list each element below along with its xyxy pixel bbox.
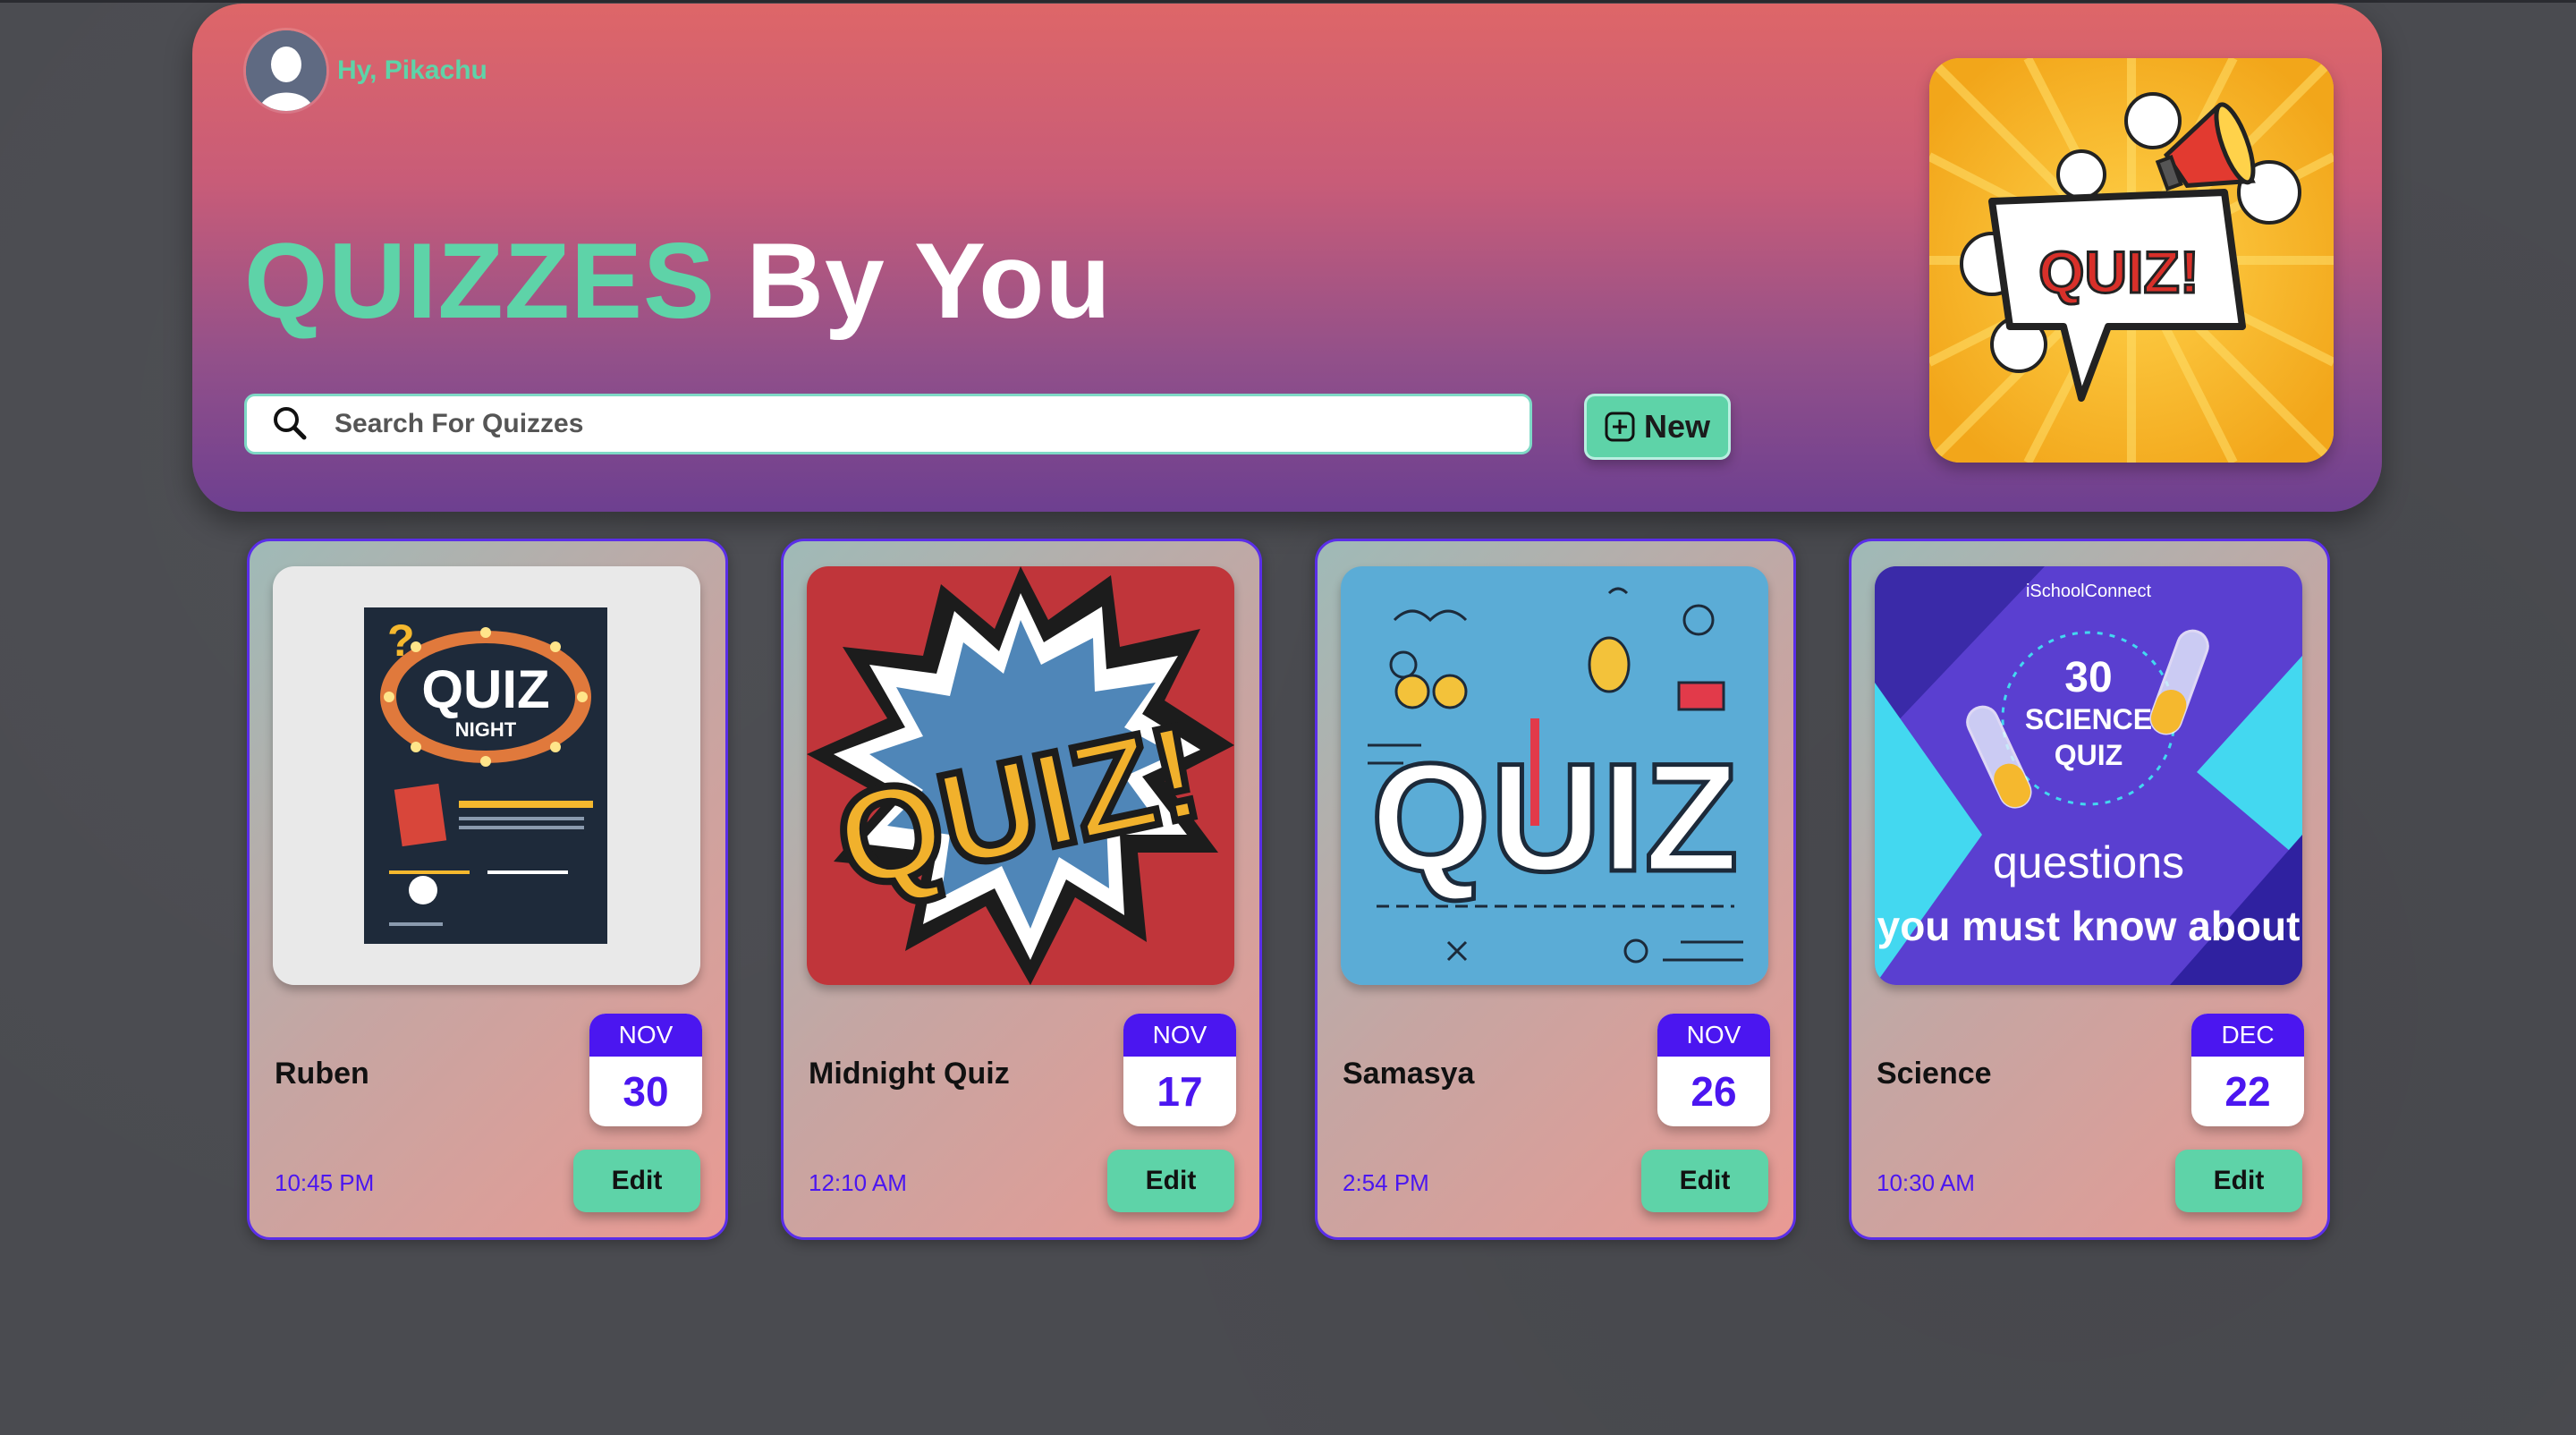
user-greeting: Hy, Pikachu xyxy=(246,30,487,111)
search-input[interactable] xyxy=(333,395,1530,453)
doodle-quiz-text: QUIZ xyxy=(1371,732,1739,904)
quiz-name: Midnight Quiz xyxy=(809,1057,1010,1091)
quiz-card[interactable]: QUIZ NIGHT ? Ruben NOV 30 10:45 PM Edit xyxy=(247,539,728,1240)
quiz-night-poster-image: QUIZ NIGHT ? xyxy=(273,566,700,985)
date-day: 22 xyxy=(2224,1068,2271,1115)
quiz-thumbnail: QUIZ! xyxy=(807,566,1234,985)
quiz-thumbnail: QUIZ xyxy=(1341,566,1768,985)
svg-text:30: 30 xyxy=(2064,654,2112,701)
title-rest: By You xyxy=(746,221,1112,341)
quiz-card[interactable]: iSchoolConnect 30 SCIENCE QUIZ questions… xyxy=(1849,539,2330,1240)
poster-quiz-text: QUIZ xyxy=(421,659,549,719)
quiz-thumbnail: iSchoolConnect 30 SCIENCE QUIZ questions… xyxy=(1875,566,2302,985)
edit-button[interactable]: Edit xyxy=(573,1150,700,1212)
doodle-quiz-image: QUIZ xyxy=(1341,566,1768,985)
edit-button[interactable]: Edit xyxy=(1641,1150,1768,1212)
title-accent: QUIZZES xyxy=(244,221,716,341)
quiz-date-badge: NOV 30 xyxy=(589,1014,702,1126)
svg-text:questions: questions xyxy=(1993,837,2184,887)
quiz-name: Science xyxy=(1877,1057,1992,1091)
poster-night-text: NIGHT xyxy=(455,718,517,741)
quiz-time: 10:45 PM xyxy=(275,1169,375,1196)
search-icon xyxy=(274,407,307,440)
quiz-date-badge: NOV 26 xyxy=(1657,1014,1770,1126)
plus-square-icon xyxy=(1605,412,1635,442)
science-brand-text: iSchoolConnect xyxy=(2026,582,2152,601)
header-banner: Hy, Pikachu QUIZZES By You New xyxy=(192,4,2382,512)
page: Hy, Pikachu QUIZZES By You New xyxy=(0,0,2576,1435)
quiz-card[interactable]: QUIZ! Midnight Quiz NOV 17 12:10 AM Edit xyxy=(781,539,1262,1240)
quiz-megaphone-illustration: QUIZ! xyxy=(1929,58,2334,463)
date-month: NOV xyxy=(589,1014,702,1057)
hero-quiz-image: QUIZ! xyxy=(1929,58,2334,463)
comic-quiz-image: QUIZ! xyxy=(807,566,1234,985)
hero-quiz-text: QUIZ! xyxy=(2038,239,2199,305)
new-quiz-button[interactable]: New xyxy=(1584,394,1731,460)
svg-text:you must know about: you must know about xyxy=(1877,903,2301,949)
quiz-time: 10:30 AM xyxy=(1877,1169,1975,1196)
search-bar[interactable] xyxy=(244,394,1532,454)
user-silhouette-icon xyxy=(246,30,326,111)
avatar[interactable] xyxy=(246,30,326,111)
date-day: 26 xyxy=(1690,1068,1737,1115)
quiz-name: Ruben xyxy=(275,1057,369,1091)
greeting-text: Hy, Pikachu xyxy=(337,55,487,85)
new-button-label: New xyxy=(1643,408,1711,445)
svg-text:SCIENCE: SCIENCE xyxy=(2025,703,2152,735)
date-month: NOV xyxy=(1123,1014,1236,1057)
edit-button[interactable]: Edit xyxy=(2175,1150,2302,1212)
svg-text:?: ? xyxy=(387,616,415,666)
quiz-date-badge: NOV 17 xyxy=(1123,1014,1236,1126)
quiz-card[interactable]: QUIZ Samasya NOV 26 2:54 PM Edit xyxy=(1315,539,1796,1240)
quiz-date-badge: DEC 22 xyxy=(2191,1014,2304,1126)
quiz-thumbnail: QUIZ NIGHT ? xyxy=(273,566,700,985)
date-day: 17 xyxy=(1157,1068,1203,1115)
science-quiz-image: iSchoolConnect 30 SCIENCE QUIZ questions… xyxy=(1875,566,2302,985)
date-day: 30 xyxy=(623,1068,669,1115)
quiz-time: 2:54 PM xyxy=(1343,1169,1429,1196)
edit-button[interactable]: Edit xyxy=(1107,1150,1234,1212)
top-divider xyxy=(0,0,2576,3)
svg-text:QUIZ: QUIZ xyxy=(2055,739,2123,771)
quiz-time: 12:10 AM xyxy=(809,1169,907,1196)
date-month: DEC xyxy=(2191,1014,2304,1057)
page-title: QUIZZES By You xyxy=(244,227,1112,335)
date-month: NOV xyxy=(1657,1014,1770,1057)
quiz-name: Samasya xyxy=(1343,1057,1475,1091)
